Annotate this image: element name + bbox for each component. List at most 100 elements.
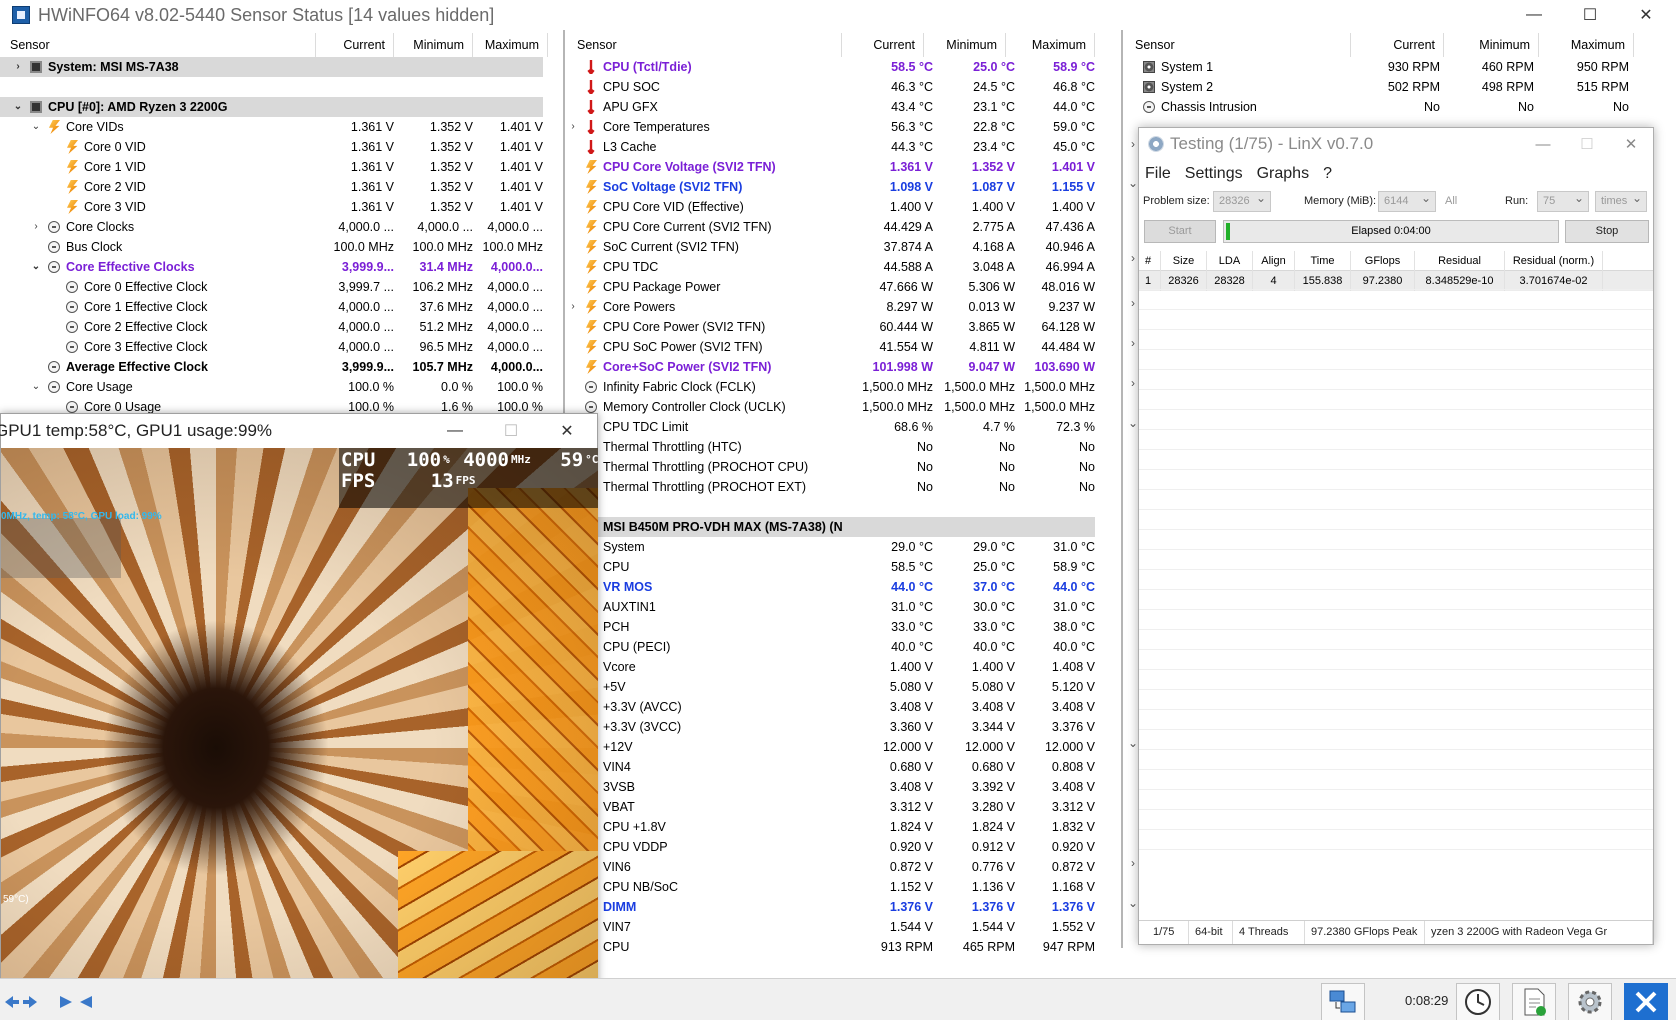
logging-icon[interactable] [1512,983,1556,1020]
close-button[interactable]: ✕ [1618,0,1674,30]
sensor-row[interactable]: PCH 33.0 °C 33.0 °C 38.0 °C [567,617,1121,637]
column-header-sensor[interactable]: Sensor [567,33,842,57]
sensor-row[interactable]: Core 0 VID 1.361 V 1.352 V 1.401 V [0,137,563,157]
sensor-row[interactable]: Average Effective Clock 3,999.9... 105.7 M… [0,357,563,377]
sensor-row[interactable]: › Core Temperatures 56.3 °C 22.8 °C 59.0 °C [567,117,1121,137]
sensor-row[interactable]: Core 3 VID 1.361 V 1.352 V 1.401 V [0,197,563,217]
stop-button[interactable]: Stop [1565,220,1649,243]
memory-combo[interactable]: 6144 [1378,189,1436,212]
sensor-row[interactable]: Chassis Intrusion No No No [1125,97,1676,117]
sensor-row[interactable]: Bus Clock 100.0 MHz 100.0 MHz 100.0 MHz [0,237,563,257]
sensor-row[interactable]: CPU (Tctl/Tdie) 58.5 °C 25.0 °C 58.9 °C [567,57,1121,77]
clock-icon[interactable] [1456,983,1500,1020]
sensor-row[interactable]: ⌄ Core Usage 100.0 % 0.0 % 100.0 % [0,377,563,397]
sensor-row[interactable]: CPU TDC Limit 68.6 % 4.7 % 72.3 % [567,417,1121,437]
sensor-row[interactable]: CPU +1.8V 1.824 V 1.824 V 1.832 V [567,817,1121,837]
sensor-row[interactable]: › Core Powers 8.297 W 0.013 W 9.237 W [567,297,1121,317]
chevron-right-icon[interactable]: › [567,117,579,137]
column-header-maximum[interactable]: Maximum [1539,33,1634,57]
gpu-window-titlebar[interactable]: GPU1 temp:58°C, GPU1 usage:99% — ☐ ✕ [0,414,597,448]
sensor-row[interactable]: VR MOS 44.0 °C 37.0 °C 44.0 °C [567,577,1121,597]
linx-close-button[interactable]: ✕ [1607,128,1655,160]
linx-minimize-button[interactable]: — [1519,128,1567,160]
sensor-row[interactable]: 3VSB 3.408 V 3.392 V 3.408 V [567,777,1121,797]
settings-gear-icon[interactable] [1568,983,1612,1020]
gpu-close-button[interactable]: ✕ [539,414,595,448]
sensor-group-row[interactable]: MSI B450M PRO-VDH MAX (MS-7A38) (Nuvoton… [567,517,1095,537]
menu-file[interactable]: File [1145,165,1171,183]
sensor-row[interactable]: DIMM 1.376 V 1.376 V 1.376 V [567,897,1121,917]
sensor-row[interactable]: System 2 502 RPM 498 RPM 515 RPM [1125,77,1676,97]
sensor-row[interactable]: Core 1 VID 1.361 V 1.352 V 1.401 V [0,157,563,177]
sensor-row[interactable]: SoC Current (SVI2 TFN) 37.874 A 4.168 A 40.… [567,237,1121,257]
sensor-row[interactable]: Vcore 1.400 V 1.400 V 1.408 V [567,657,1121,677]
column-header-maximum[interactable]: Maximum [1006,33,1095,57]
sensor-row[interactable]: AUXTIN1 31.0 °C 30.0 °C 31.0 °C [567,597,1121,617]
sensor-row[interactable]: ⌄ Core Effective Clocks 3,999.9... 31.4 MHz… [0,257,563,277]
problem-size-combo[interactable]: 28326 [1213,189,1271,212]
linx-titlebar[interactable]: Testing (1/75) - LinX v0.7.0 — ☐ ✕ [1139,128,1653,160]
sensor-row[interactable]: L3 Cache 44.3 °C 23.4 °C 45.0 °C [567,137,1121,157]
nav-arrows-icon[interactable] [0,983,42,1020]
column-header-minimum[interactable]: Minimum [394,33,473,57]
pane-divider-2[interactable] [1121,30,1123,948]
gpu-minimize-button[interactable]: — [427,414,483,448]
sensor-row[interactable]: Thermal Throttling (PROCHOT EXT) No No No [567,477,1121,497]
run-unit-combo[interactable]: times [1595,189,1647,212]
all-checkbox-label[interactable]: All [1445,195,1457,207]
sensor-row[interactable]: Infinity Fabric Clock (FCLK) 1,500.0 MHz 1… [567,377,1121,397]
sensor-row[interactable]: CPU 913 RPM 465 RPM 947 RPM [567,937,1121,957]
results-column-header[interactable]: Size [1161,251,1207,271]
sensor-row[interactable]: CPU VDDP 0.920 V 0.912 V 0.920 V [567,837,1121,857]
menu-graphs[interactable]: Graphs [1257,165,1309,183]
sensor-row[interactable]: VIN4 0.680 V 0.680 V 0.808 V [567,757,1121,777]
column-header-sensor[interactable]: Sensor [0,33,316,57]
chevron-right-icon[interactable]: › [30,217,42,237]
column-header-minimum[interactable]: Minimum [1444,33,1539,57]
maximize-button[interactable]: ☐ [1562,0,1618,30]
chevron-right-icon[interactable]: › [567,297,579,317]
results-column-header[interactable]: Align [1253,251,1295,271]
results-column-header[interactable]: # [1139,251,1161,271]
sensor-row[interactable]: Thermal Throttling (HTC) No No No [567,437,1121,457]
sensor-row[interactable]: CPU TDC 44.588 A 3.048 A 46.994 A [567,257,1121,277]
menu-help[interactable]: ? [1323,165,1332,183]
sensor-row[interactable]: ⌄ Core VIDs 1.361 V 1.352 V 1.401 V [0,117,563,137]
sensor-row[interactable]: Core 0 Usage 100.0 % 1.6 % 100.0 % [0,397,563,413]
sensor-group-row[interactable]: › System: MSI MS-7A38 [0,57,543,77]
sensor-row[interactable]: CPU Package Power 47.666 W 5.306 W 48.016 W [567,277,1121,297]
column-header-current[interactable]: Current [1351,33,1444,57]
column-header-current[interactable]: Current [316,33,394,57]
start-button[interactable]: Start [1144,220,1216,243]
run-count-combo[interactable]: 75 [1537,189,1589,212]
chevron-down-icon[interactable]: ⌄ [30,377,42,397]
menu-settings[interactable]: Settings [1185,165,1243,183]
gpu-maximize-button[interactable]: ☐ [483,414,539,448]
sensor-row[interactable]: Core 3 Effective Clock 4,000.0 ... 96.5 MH… [0,337,563,357]
collapse-arrows-icon[interactable] [55,983,97,1020]
sensor-row[interactable]: +12V 12.000 V 12.000 V 12.000 V [567,737,1121,757]
sensor-row[interactable]: › Core Clocks 4,000.0 ... 4,000.0 ... 4,000.… [0,217,563,237]
sensor-row[interactable]: Core 2 Effective Clock 4,000.0 ... 51.2 MH… [0,317,563,337]
chevron-down-icon[interactable]: ⌄ [30,117,42,137]
sensor-row[interactable]: Memory Controller Clock (UCLK) 1,500.0 MH… [567,397,1121,417]
results-column-header[interactable]: GFlops [1351,251,1415,271]
sensor-row[interactable]: VIN7 1.544 V 1.544 V 1.552 V [567,917,1121,937]
results-column-header[interactable]: Residual (norm.) [1505,251,1603,271]
network-icon[interactable] [1321,983,1365,1020]
sensor-row[interactable]: +3.3V (3VCC) 3.360 V 3.344 V 3.376 V [567,717,1121,737]
linx-maximize-button[interactable]: ☐ [1563,128,1611,160]
sensor-row[interactable]: +3.3V (AVCC) 3.408 V 3.408 V 3.408 V [567,697,1121,717]
sensor-row[interactable]: CPU 58.5 °C 25.0 °C 58.9 °C [567,557,1121,577]
sensor-row[interactable]: System 1 930 RPM 460 RPM 950 RPM [1125,57,1676,77]
sensor-row[interactable]: CPU Core Current (SVI2 TFN) 44.429 A 2.775… [567,217,1121,237]
sensor-row[interactable]: CPU (PECI) 40.0 °C 40.0 °C 40.0 °C [567,637,1121,657]
sensor-row[interactable]: SoC Voltage (SVI2 TFN) 1.098 V 1.087 V 1.15… [567,177,1121,197]
sensor-row[interactable]: System 29.0 °C 29.0 °C 31.0 °C [567,537,1121,557]
sensor-row[interactable]: Core+SoC Power (SVI2 TFN) 101.998 W 9.047 … [567,357,1121,377]
results-column-header[interactable]: LDA [1207,251,1253,271]
gpu-stress-window[interactable]: GPU1 temp:58°C, GPU1 usage:99% — ☐ ✕ CPU… [0,413,598,1001]
sensor-row[interactable]: CPU Core Power (SVI2 TFN) 60.444 W 3.865 W… [567,317,1121,337]
chevron-down-icon[interactable]: ⌄ [30,257,42,277]
results-column-header[interactable]: Time [1295,251,1351,271]
